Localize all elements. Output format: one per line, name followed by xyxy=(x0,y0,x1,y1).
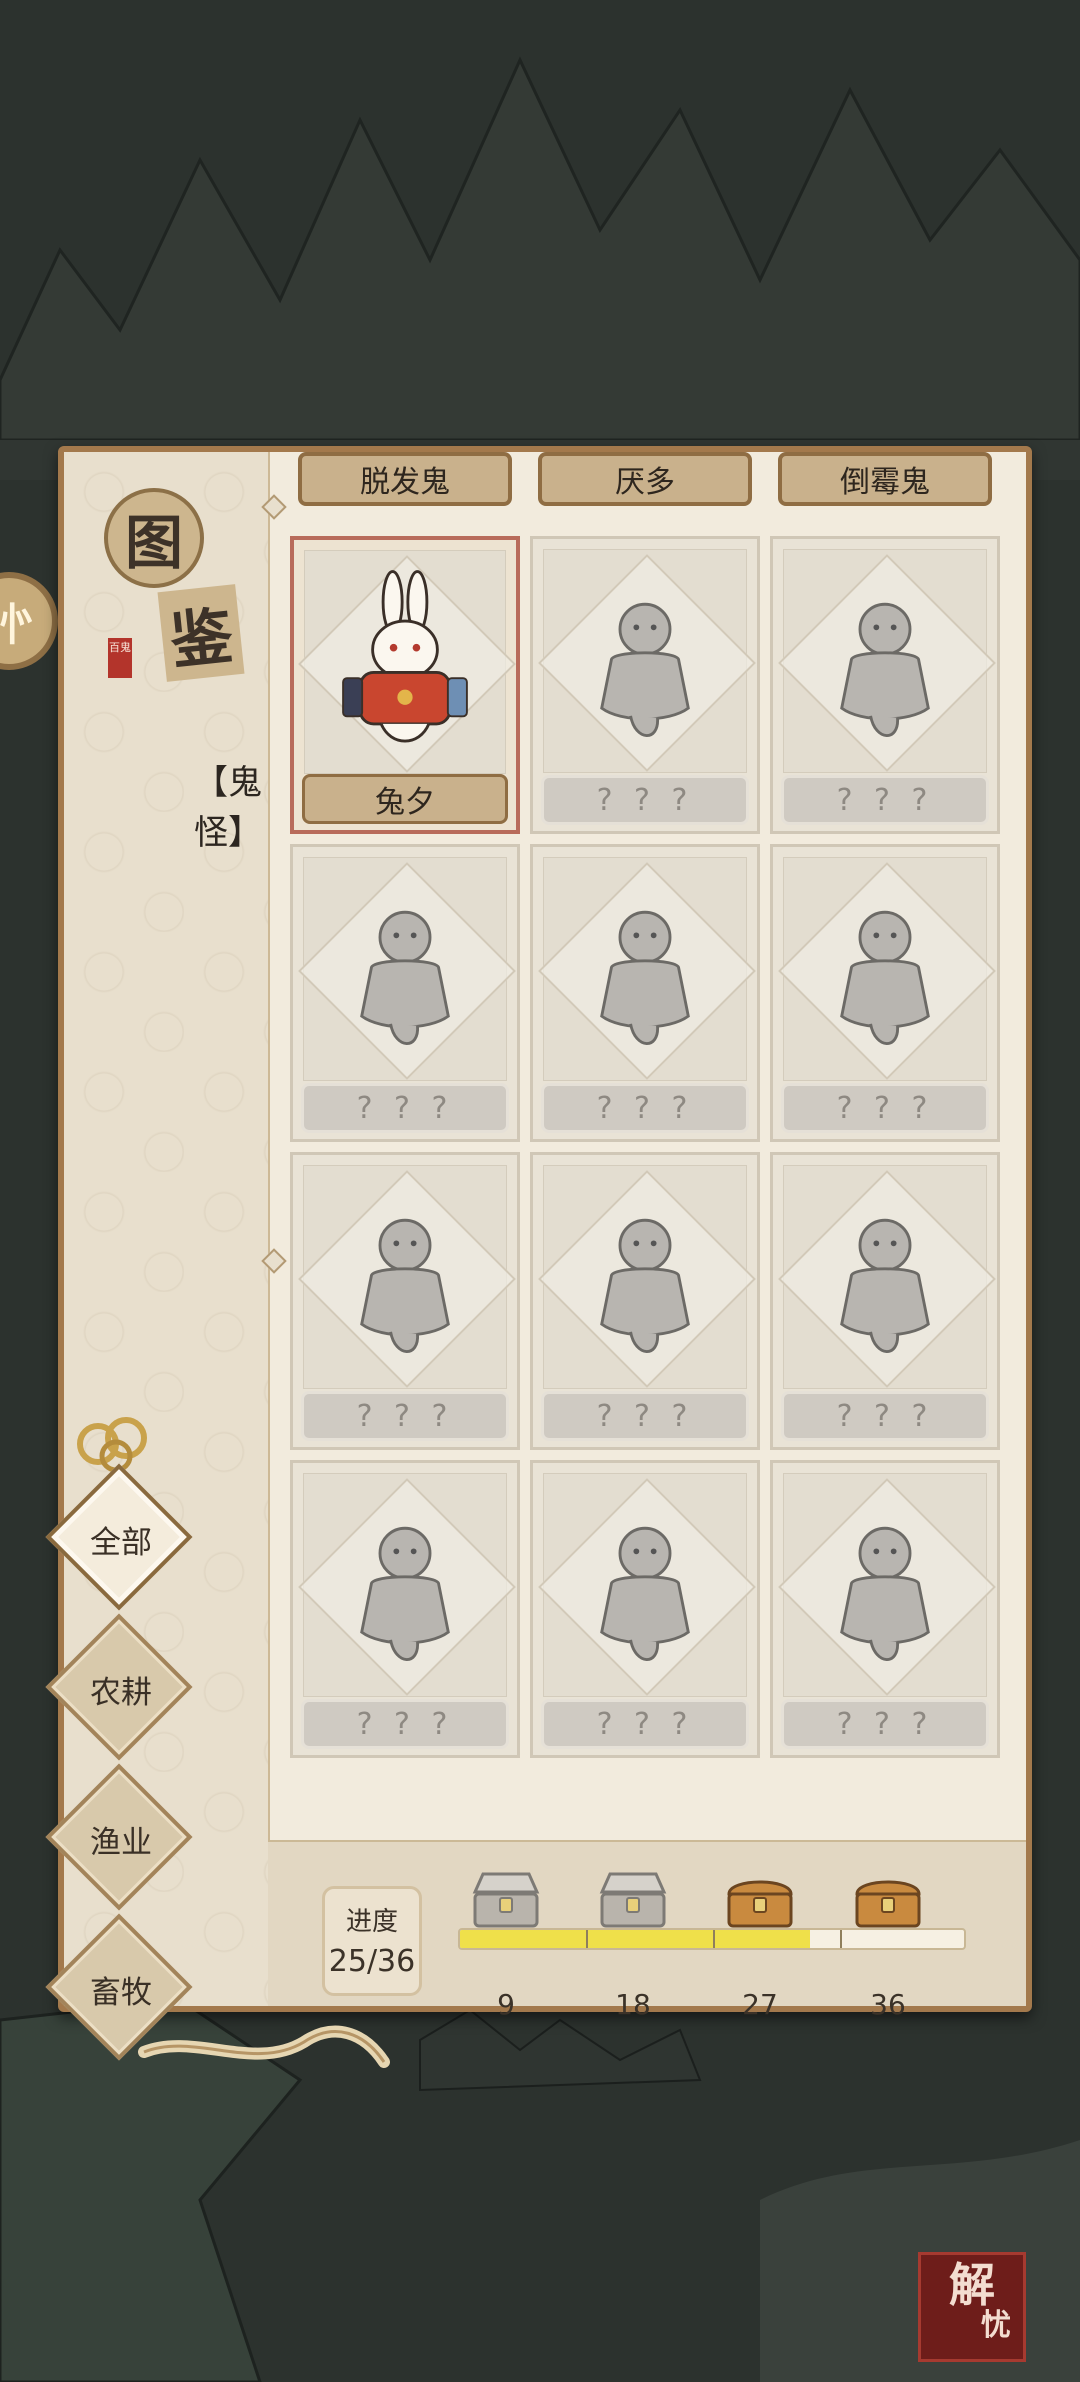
fortune-ghost-icon xyxy=(783,1473,987,1697)
ghost-name: ? ? ? xyxy=(781,775,989,825)
ghost-card[interactable]: ? ? ? xyxy=(530,1460,760,1758)
ghost-grid[interactable]: 脱发鬼 厌多 倒霉鬼兔夕 ? ? ? ? ? ? ? ? ? ? ? ? ? ? ? ? ? ?… xyxy=(290,452,1010,1840)
snail-ghost-icon xyxy=(543,549,747,773)
umbrella-ghost-icon xyxy=(303,1165,507,1389)
ghost-name: ? ? ? xyxy=(301,1699,509,1749)
ghost-name: ? ? ? xyxy=(541,1699,749,1749)
ghost-card[interactable]: 兔夕 xyxy=(290,536,520,834)
progress-bar-tick xyxy=(586,1930,588,1948)
category-button-1[interactable]: 农耕 xyxy=(45,1613,196,1764)
farmer-ghost-icon xyxy=(783,1165,987,1389)
milestone-reward[interactable]: 36 xyxy=(848,1870,928,2021)
ghost-name: 脱发鬼 xyxy=(298,452,512,506)
category-label: 渔业 xyxy=(90,1824,152,1861)
ghost-name: 厌多 xyxy=(538,452,752,506)
milestone-reward[interactable]: 9 xyxy=(466,1870,546,2021)
rabbit-ghost-icon xyxy=(304,550,506,774)
encyclopedia-panel: 图 鉴 百鬼 【鬼怪】 全部 农耕 渔业 畜牧 脱发鬼 厌多 倒霉鬼 兔夕? ? ?? ? … xyxy=(45,446,1032,2068)
jieyou-stamp-button[interactable]: 解 忧 xyxy=(918,2252,1026,2362)
progress-value: 25/36 xyxy=(328,1944,416,1979)
progress-bar-fill xyxy=(460,1930,810,1948)
ghost-card[interactable]: ? ? ? xyxy=(530,1152,760,1450)
ox-ghost-icon xyxy=(783,857,987,1081)
category-label: 农耕 xyxy=(90,1674,152,1711)
side-menu-icon: 㣺 xyxy=(0,600,38,651)
chest-closed-icon xyxy=(727,1880,793,1928)
logo-tu: 图 xyxy=(104,488,204,588)
ghost-card[interactable]: ? ? ? xyxy=(770,1152,1000,1450)
milestone-reward[interactable]: 27 xyxy=(720,1870,800,2021)
ghost-name: ? ? ? xyxy=(781,1083,989,1133)
chest-opened-icon xyxy=(472,1872,540,1928)
ghost-card[interactable]: ? ? ? xyxy=(530,536,760,834)
flame-ghost-icon xyxy=(543,857,747,1081)
current-category-label: 【鬼怪】 xyxy=(194,763,262,853)
ghost-name: ? ? ? xyxy=(301,1391,509,1441)
ghost-name: 兔夕 xyxy=(302,774,508,824)
ghost-name: ? ? ? xyxy=(541,775,749,825)
ghost-card[interactable]: ? ? ? xyxy=(290,1152,520,1450)
ghost-card-partial[interactable]: 厌多 xyxy=(530,452,760,514)
progress-bar xyxy=(458,1928,966,1950)
chest-closed-icon xyxy=(855,1880,921,1928)
ghost-card[interactable]: ? ? ? xyxy=(770,844,1000,1142)
milestone-value: 18 xyxy=(615,1988,651,2021)
milestone-reward[interactable]: 18 xyxy=(593,1870,673,2021)
ghost-name: ? ? ? xyxy=(781,1391,989,1441)
firework-ghost-icon xyxy=(303,857,507,1081)
category-button-0[interactable]: 全部 xyxy=(45,1463,196,1614)
milestone-value: 27 xyxy=(742,1988,778,2021)
ghost-card[interactable]: ? ? ? xyxy=(770,536,1000,834)
lantern-ghost-icon xyxy=(783,549,987,773)
scholar-ghost-icon xyxy=(303,1473,507,1697)
stamp-char-2: 忧 xyxy=(981,2308,1011,2343)
milestone-value: 9 xyxy=(497,1988,515,2021)
ghost-name: 倒霉鬼 xyxy=(778,452,992,506)
milestone-value: 36 xyxy=(870,1988,906,2021)
ghost-name: ? ? ? xyxy=(541,1391,749,1441)
progress-section: 进度 25/36 9 18 27 36 xyxy=(268,1840,1026,2021)
dragon-boat-ghost-icon xyxy=(543,1165,747,1389)
ghost-card[interactable]: ? ? ? xyxy=(770,1460,1000,1758)
chest-opened-icon xyxy=(599,1872,667,1928)
progress-label: 进度 xyxy=(345,1907,398,1937)
progress-bar-tick xyxy=(840,1930,842,1948)
dragon-rider-ghost-icon xyxy=(543,1473,747,1697)
tassel-ornament xyxy=(138,2025,390,2068)
logo-jian: 鉴 xyxy=(157,584,245,682)
category-label: 全部 xyxy=(90,1524,152,1561)
stamp-char-1: 解 xyxy=(949,2258,995,2312)
ghost-card-partial[interactable]: 脱发鬼 xyxy=(290,452,520,514)
ghost-name: ? ? ? xyxy=(301,1083,509,1133)
progress-bar-tick xyxy=(713,1930,715,1948)
ghost-name: ? ? ? xyxy=(541,1083,749,1133)
logo-seal: 百鬼 xyxy=(108,638,132,678)
ghost-card[interactable]: ? ? ? xyxy=(290,1460,520,1758)
progress-box: 进度 25/36 xyxy=(322,1886,422,1996)
ghost-card-partial[interactable]: 倒霉鬼 xyxy=(770,452,1000,514)
category-button-2[interactable]: 渔业 xyxy=(45,1763,196,1914)
ghost-card[interactable]: ? ? ? xyxy=(290,844,520,1142)
ghost-name: ? ? ? xyxy=(781,1699,989,1749)
ghost-card[interactable]: ? ? ? xyxy=(530,844,760,1142)
